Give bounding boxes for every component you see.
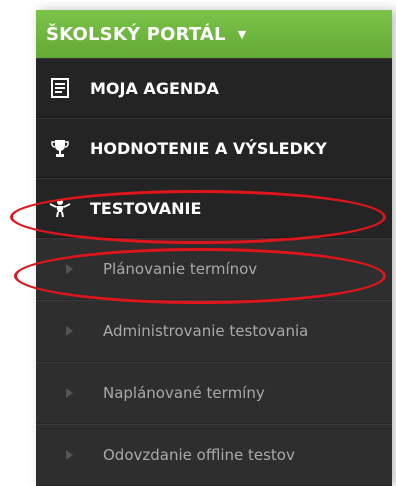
menu-item-label: TESTOVANIE	[90, 198, 202, 218]
submenu-item-administrovanie-testovania[interactable]: Administrovanie testovania	[36, 300, 392, 362]
caret-right-icon	[66, 264, 73, 274]
submenu-item-naplanovane-terminy[interactable]: Naplánované termíny	[36, 362, 392, 424]
submenu-item-label: Plánovanie termínov	[103, 260, 258, 278]
caret-right-icon	[66, 450, 73, 460]
menu-item-label: HODNOTENIE A VÝSLEDKY	[90, 138, 327, 158]
portal-title: ŠKOLSKÝ PORTÁL	[46, 23, 226, 45]
submenu-item-label: Naplánované termíny	[103, 384, 265, 402]
portal-header[interactable]: ŠKOLSKÝ PORTÁL ▼	[36, 10, 392, 58]
submenu-item-label: Odovzdanie offline testov	[103, 446, 295, 464]
sidebar-menu: ŠKOLSKÝ PORTÁL ▼ MOJA AGENDA HODNOTENIE …	[36, 10, 392, 486]
menu-item-label: MOJA AGENDA	[90, 78, 219, 98]
trophy-icon	[48, 136, 72, 160]
menu-item-moja-agenda[interactable]: MOJA AGENDA	[36, 58, 392, 118]
caret-right-icon	[66, 326, 73, 336]
menu-item-testovanie[interactable]: TESTOVANIE	[36, 178, 392, 238]
submenu-item-label: Administrovanie testovania	[103, 322, 309, 340]
agenda-icon	[48, 76, 72, 100]
caret-right-icon	[66, 388, 73, 398]
chevron-down-icon: ▼	[237, 27, 247, 41]
submenu-item-odovzdanie-offline-testov[interactable]: Odovzdanie offline testov	[36, 424, 392, 486]
testing-person-icon	[48, 196, 72, 220]
submenu-item-planovanie-terminov[interactable]: Plánovanie termínov	[36, 238, 392, 300]
menu-item-hodnotenie[interactable]: HODNOTENIE A VÝSLEDKY	[36, 118, 392, 178]
